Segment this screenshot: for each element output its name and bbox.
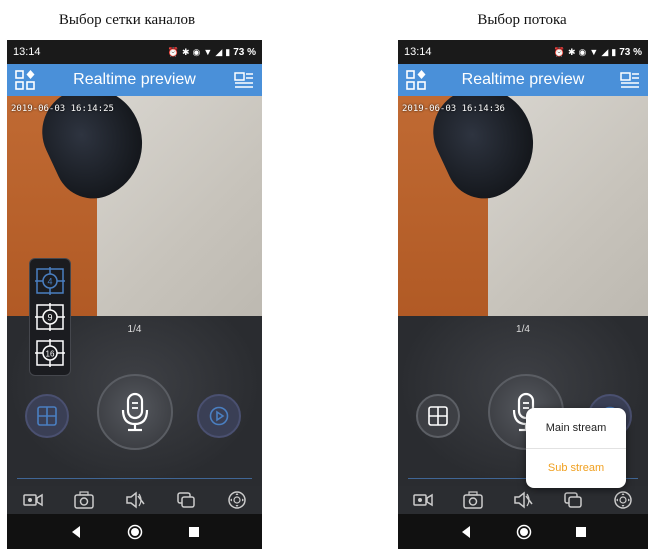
microphone-icon	[121, 392, 149, 432]
battery-icon: ▮	[225, 46, 231, 57]
grid-option-4[interactable]: 4	[35, 267, 65, 295]
bluetooth-icon: ✱	[182, 46, 190, 57]
device-list-icon[interactable]	[406, 70, 426, 90]
right-caption: Выбор потока	[477, 12, 567, 28]
page-title: Realtime preview	[461, 71, 585, 88]
snapshot-icon[interactable]	[73, 490, 95, 510]
home-icon[interactable]	[516, 524, 532, 540]
bottom-toolbar	[7, 486, 262, 514]
record-icon[interactable]	[412, 490, 434, 510]
grid-layout-button[interactable]	[25, 394, 69, 438]
battery-icon: ▮	[611, 46, 617, 57]
alarm-icon: ⏰	[553, 46, 565, 57]
alarm-icon: ⏰	[167, 46, 179, 57]
grid-option-9[interactable]: 9	[35, 303, 65, 331]
ptz-icon[interactable]	[226, 490, 248, 510]
status-bar: 13:14 ⏰ ✱ ◉ ▼ ◢ ▮ 73 %	[398, 40, 648, 64]
divider-line	[17, 478, 252, 479]
multi-window-icon[interactable]	[562, 490, 584, 510]
grid-option-9-label: 9	[47, 313, 52, 323]
sub-stream-option[interactable]: Sub stream	[526, 449, 626, 489]
playback-button[interactable]	[197, 394, 241, 438]
vibrate-icon: ◉	[192, 46, 201, 57]
signal-icon: ◢	[601, 46, 609, 57]
record-icon[interactable]	[22, 490, 44, 510]
ptz-icon[interactable]	[612, 490, 634, 510]
talk-button[interactable]	[97, 374, 173, 450]
left-caption: Выбор сетки каналов	[58, 12, 196, 28]
signal-icon: ◢	[215, 46, 223, 57]
snapshot-icon[interactable]	[462, 490, 484, 510]
grid-option-16[interactable]: 16	[35, 339, 65, 367]
left-phone-screen: 13:14 ⏰ ✱ ◉ ▼ ◢ ▮ 73 % Realtime preview	[7, 40, 262, 549]
battery-level: 73 %	[233, 46, 256, 58]
video-timestamp: 2019-06-03 16:14:36	[402, 104, 505, 114]
bluetooth-icon: ✱	[568, 46, 576, 57]
recents-icon[interactable]	[188, 526, 200, 538]
battery-level: 73 %	[619, 46, 642, 58]
mute-icon[interactable]	[124, 490, 146, 510]
menu-list-icon[interactable]	[620, 71, 640, 89]
app-header: Realtime preview	[7, 64, 262, 96]
back-icon[interactable]	[459, 525, 473, 539]
play-icon	[209, 406, 229, 426]
status-time: 13:14	[404, 46, 432, 58]
grid-layout-button[interactable]	[416, 394, 460, 438]
video-timestamp: 2019-06-03 16:14:25	[11, 104, 114, 114]
android-nav-bar	[398, 514, 648, 549]
wifi-icon: ▼	[203, 47, 213, 57]
multi-window-icon[interactable]	[175, 490, 197, 510]
status-icons: ⏰ ✱ ◉ ▼ ◢ ▮ 73 %	[554, 47, 642, 58]
back-icon[interactable]	[69, 525, 83, 539]
grid-layout-popup: 4 9 16	[29, 258, 71, 376]
stream-selection-popup: Main stream Sub stream	[526, 408, 626, 488]
android-nav-bar	[7, 514, 262, 549]
page-title: Realtime preview	[73, 71, 196, 88]
page-indicator: 1/4	[516, 324, 530, 335]
grid-icon	[37, 406, 57, 426]
device-list-icon[interactable]	[15, 70, 35, 90]
right-phone-screen: 13:14 ⏰ ✱ ◉ ▼ ◢ ▮ 73 % Realtime preview	[398, 40, 648, 549]
grid-icon	[428, 406, 448, 426]
vibrate-icon: ◉	[578, 46, 587, 57]
wifi-icon: ▼	[589, 47, 599, 57]
grid-option-16-label: 16	[46, 350, 55, 359]
main-stream-option[interactable]: Main stream	[526, 408, 626, 449]
home-icon[interactable]	[127, 524, 143, 540]
status-time: 13:14	[13, 46, 41, 58]
menu-list-icon[interactable]	[234, 71, 254, 89]
recents-icon[interactable]	[575, 526, 587, 538]
bottom-toolbar	[398, 486, 648, 514]
mute-icon[interactable]	[512, 490, 534, 510]
status-icons: ⏰ ✱ ◉ ▼ ◢ ▮ 73 %	[168, 47, 256, 58]
video-preview[interactable]: 2019-06-03 16:14:36	[398, 96, 648, 316]
grid-option-4-label: 4	[47, 277, 52, 287]
app-header: Realtime preview	[398, 64, 648, 96]
status-bar: 13:14 ⏰ ✱ ◉ ▼ ◢ ▮ 73 %	[7, 40, 262, 64]
